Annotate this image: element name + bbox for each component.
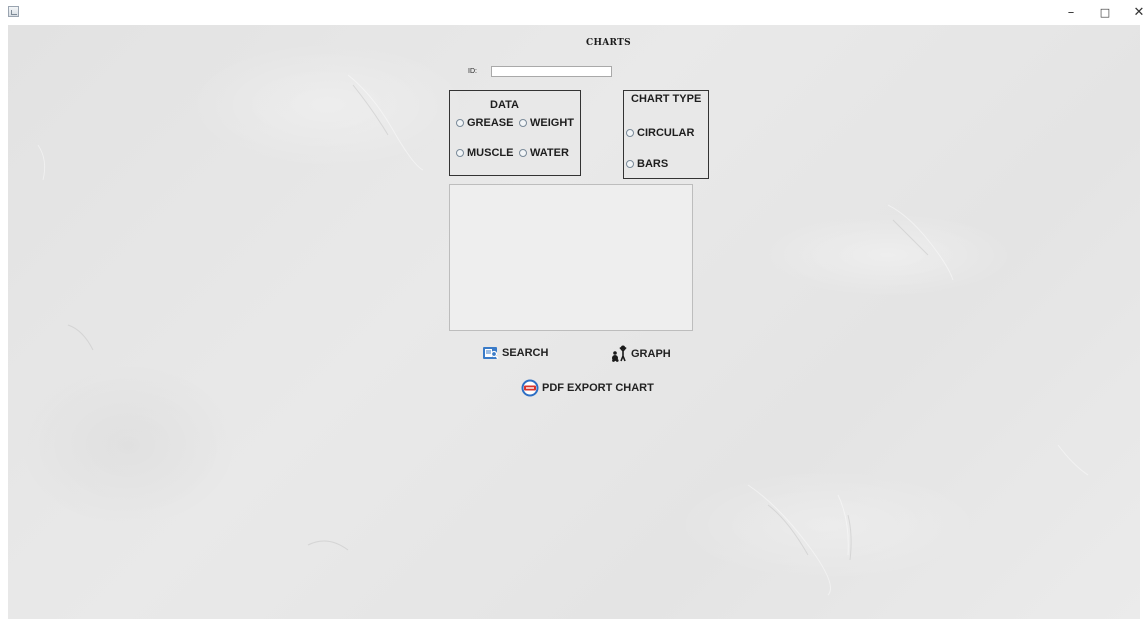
radio-circle-icon <box>626 129 634 137</box>
radio-bars[interactable]: BARS <box>626 158 668 170</box>
fitness-people-icon <box>611 345 628 362</box>
chart-display-area <box>449 184 693 331</box>
radio-circle-icon <box>626 160 634 168</box>
radio-water[interactable]: WATER <box>519 147 569 159</box>
radio-grease[interactable]: GREASE <box>456 117 513 129</box>
radio-circular[interactable]: CIRCULAR <box>626 127 694 139</box>
search-button-label: SEARCH <box>502 347 549 359</box>
data-group-heading: DATA <box>490 99 519 111</box>
radio-weight-label: WEIGHT <box>530 117 574 129</box>
radio-bars-label: BARS <box>637 158 669 170</box>
radio-muscle-label: MUSCLE <box>467 147 514 159</box>
radio-water-label: WATER <box>530 147 569 159</box>
chart-type-heading: CHART TYPE <box>631 93 702 105</box>
id-input[interactable] <box>491 66 612 77</box>
pdf-export-button[interactable]: PDF EXPORT CHART <box>521 379 654 397</box>
app-icon[interactable] <box>8 6 19 17</box>
radio-circle-icon <box>456 119 464 127</box>
data-group-panel: DATA GREASE WEIGHT MUSCLE WATER <box>449 90 581 176</box>
chart-type-group-panel: CHART TYPE CIRCULAR BARS <box>623 90 709 179</box>
app-window: – □ ✕ CHARTS ID: DATA GREASE WEIGHT MUSC… <box>0 0 1147 619</box>
search-document-icon <box>483 346 499 360</box>
page-title: CHARTS <box>586 38 631 48</box>
radio-circle-icon <box>519 149 527 157</box>
graph-button[interactable]: GRAPH <box>611 345 671 362</box>
search-button[interactable]: SEARCH <box>483 346 548 360</box>
id-label: ID: <box>468 68 477 75</box>
radio-circle-icon <box>519 119 527 127</box>
pdf-export-icon <box>521 379 539 397</box>
radio-circle-icon <box>456 149 464 157</box>
graph-button-label: GRAPH <box>631 347 671 360</box>
title-bar: – □ ✕ <box>0 0 1147 25</box>
content-pane: CHARTS ID: DATA GREASE WEIGHT MUSCLE WAT… <box>8 25 1140 619</box>
minimize-button[interactable]: – <box>1056 3 1086 23</box>
radio-muscle[interactable]: MUSCLE <box>456 147 513 159</box>
maximize-button[interactable]: □ <box>1090 3 1120 23</box>
radio-circular-label: CIRCULAR <box>637 127 695 139</box>
radio-grease-label: GREASE <box>467 117 514 129</box>
radio-weight[interactable]: WEIGHT <box>519 117 574 129</box>
pdf-export-button-label: PDF EXPORT CHART <box>542 382 654 394</box>
close-button[interactable]: ✕ <box>1124 3 1147 23</box>
